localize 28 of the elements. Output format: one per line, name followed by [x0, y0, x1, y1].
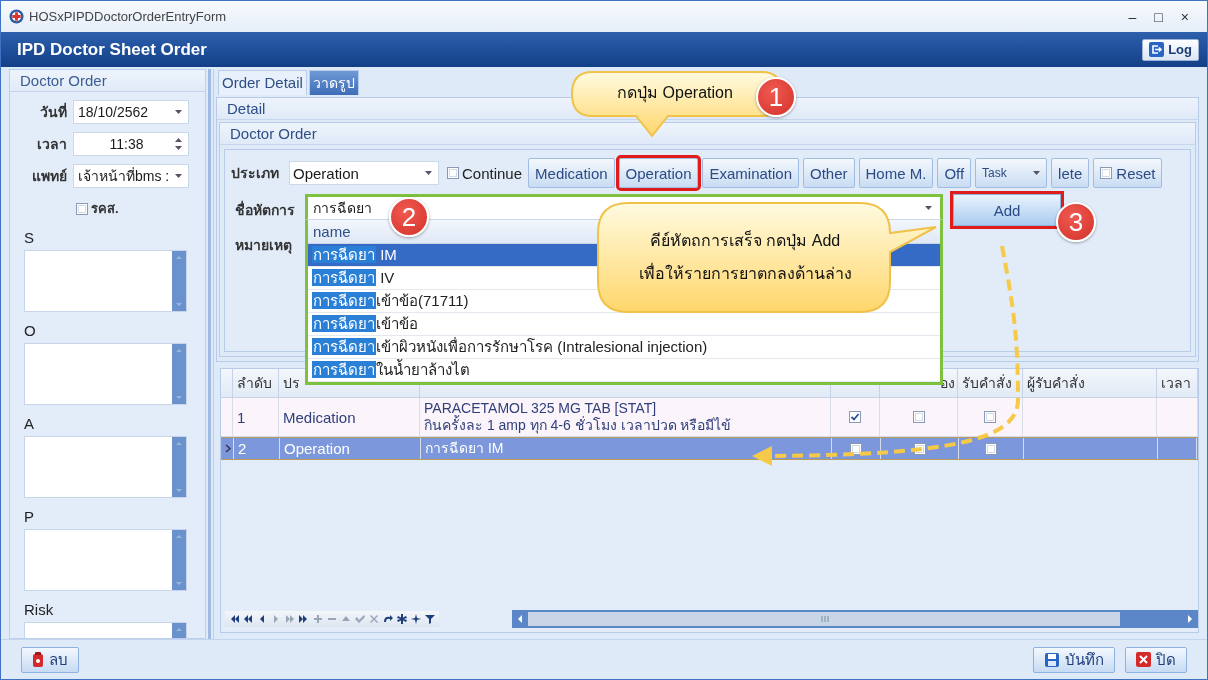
field-label: วันที่	[40, 101, 67, 122]
field-label: เวลา	[37, 135, 67, 154]
form-title: IPD Doctor Sheet Order	[17, 39, 207, 60]
field-label: หมายเหตุ	[235, 237, 292, 253]
checkbox-label: Continue	[462, 164, 523, 182]
table-cell: 2	[234, 438, 280, 459]
window-title: HOSxPIPDDoctorOrderEntryForm	[29, 9, 228, 24]
table-cell: PARACETAMOL 325 MG TAB [STAT] กินครั้งละ 1 amp ทุก 4-6 ชั่วโมง เวลาปวด หรือมีไข้	[420, 398, 831, 436]
field-label: ชื่อหัตการ	[235, 199, 295, 220]
memo-label: S	[24, 228, 34, 248]
checkbox-label: รคส.	[91, 200, 119, 218]
table-cell: 1	[233, 398, 279, 436]
table-cell: Medication	[279, 398, 420, 436]
table-cell: Operation	[280, 438, 421, 459]
field-label: ประเภท	[231, 164, 279, 183]
group-header: Doctor Order	[220, 123, 1195, 145]
memo-label: P	[24, 507, 34, 527]
column-header: ลำดับ	[233, 369, 279, 397]
column-header: รับคำสั่ง	[958, 369, 1023, 397]
memo-label: A	[24, 414, 34, 434]
panel-header: Doctor Order	[10, 70, 205, 92]
field-label: แพทย์	[32, 167, 67, 186]
column-header: ผู้รับคำสั่ง	[1023, 369, 1157, 397]
table-cell: การฉีดยา IM	[421, 438, 832, 459]
memo-label: Risk	[24, 600, 54, 620]
column-header: เวลา	[1157, 369, 1198, 397]
callout-text: คีย์หัตถการเสร็จ กดปุ่ม Add เพื่อให้รายการยาตกลงด้านล่าง	[637, 229, 853, 284]
memo-label: O	[24, 321, 36, 341]
